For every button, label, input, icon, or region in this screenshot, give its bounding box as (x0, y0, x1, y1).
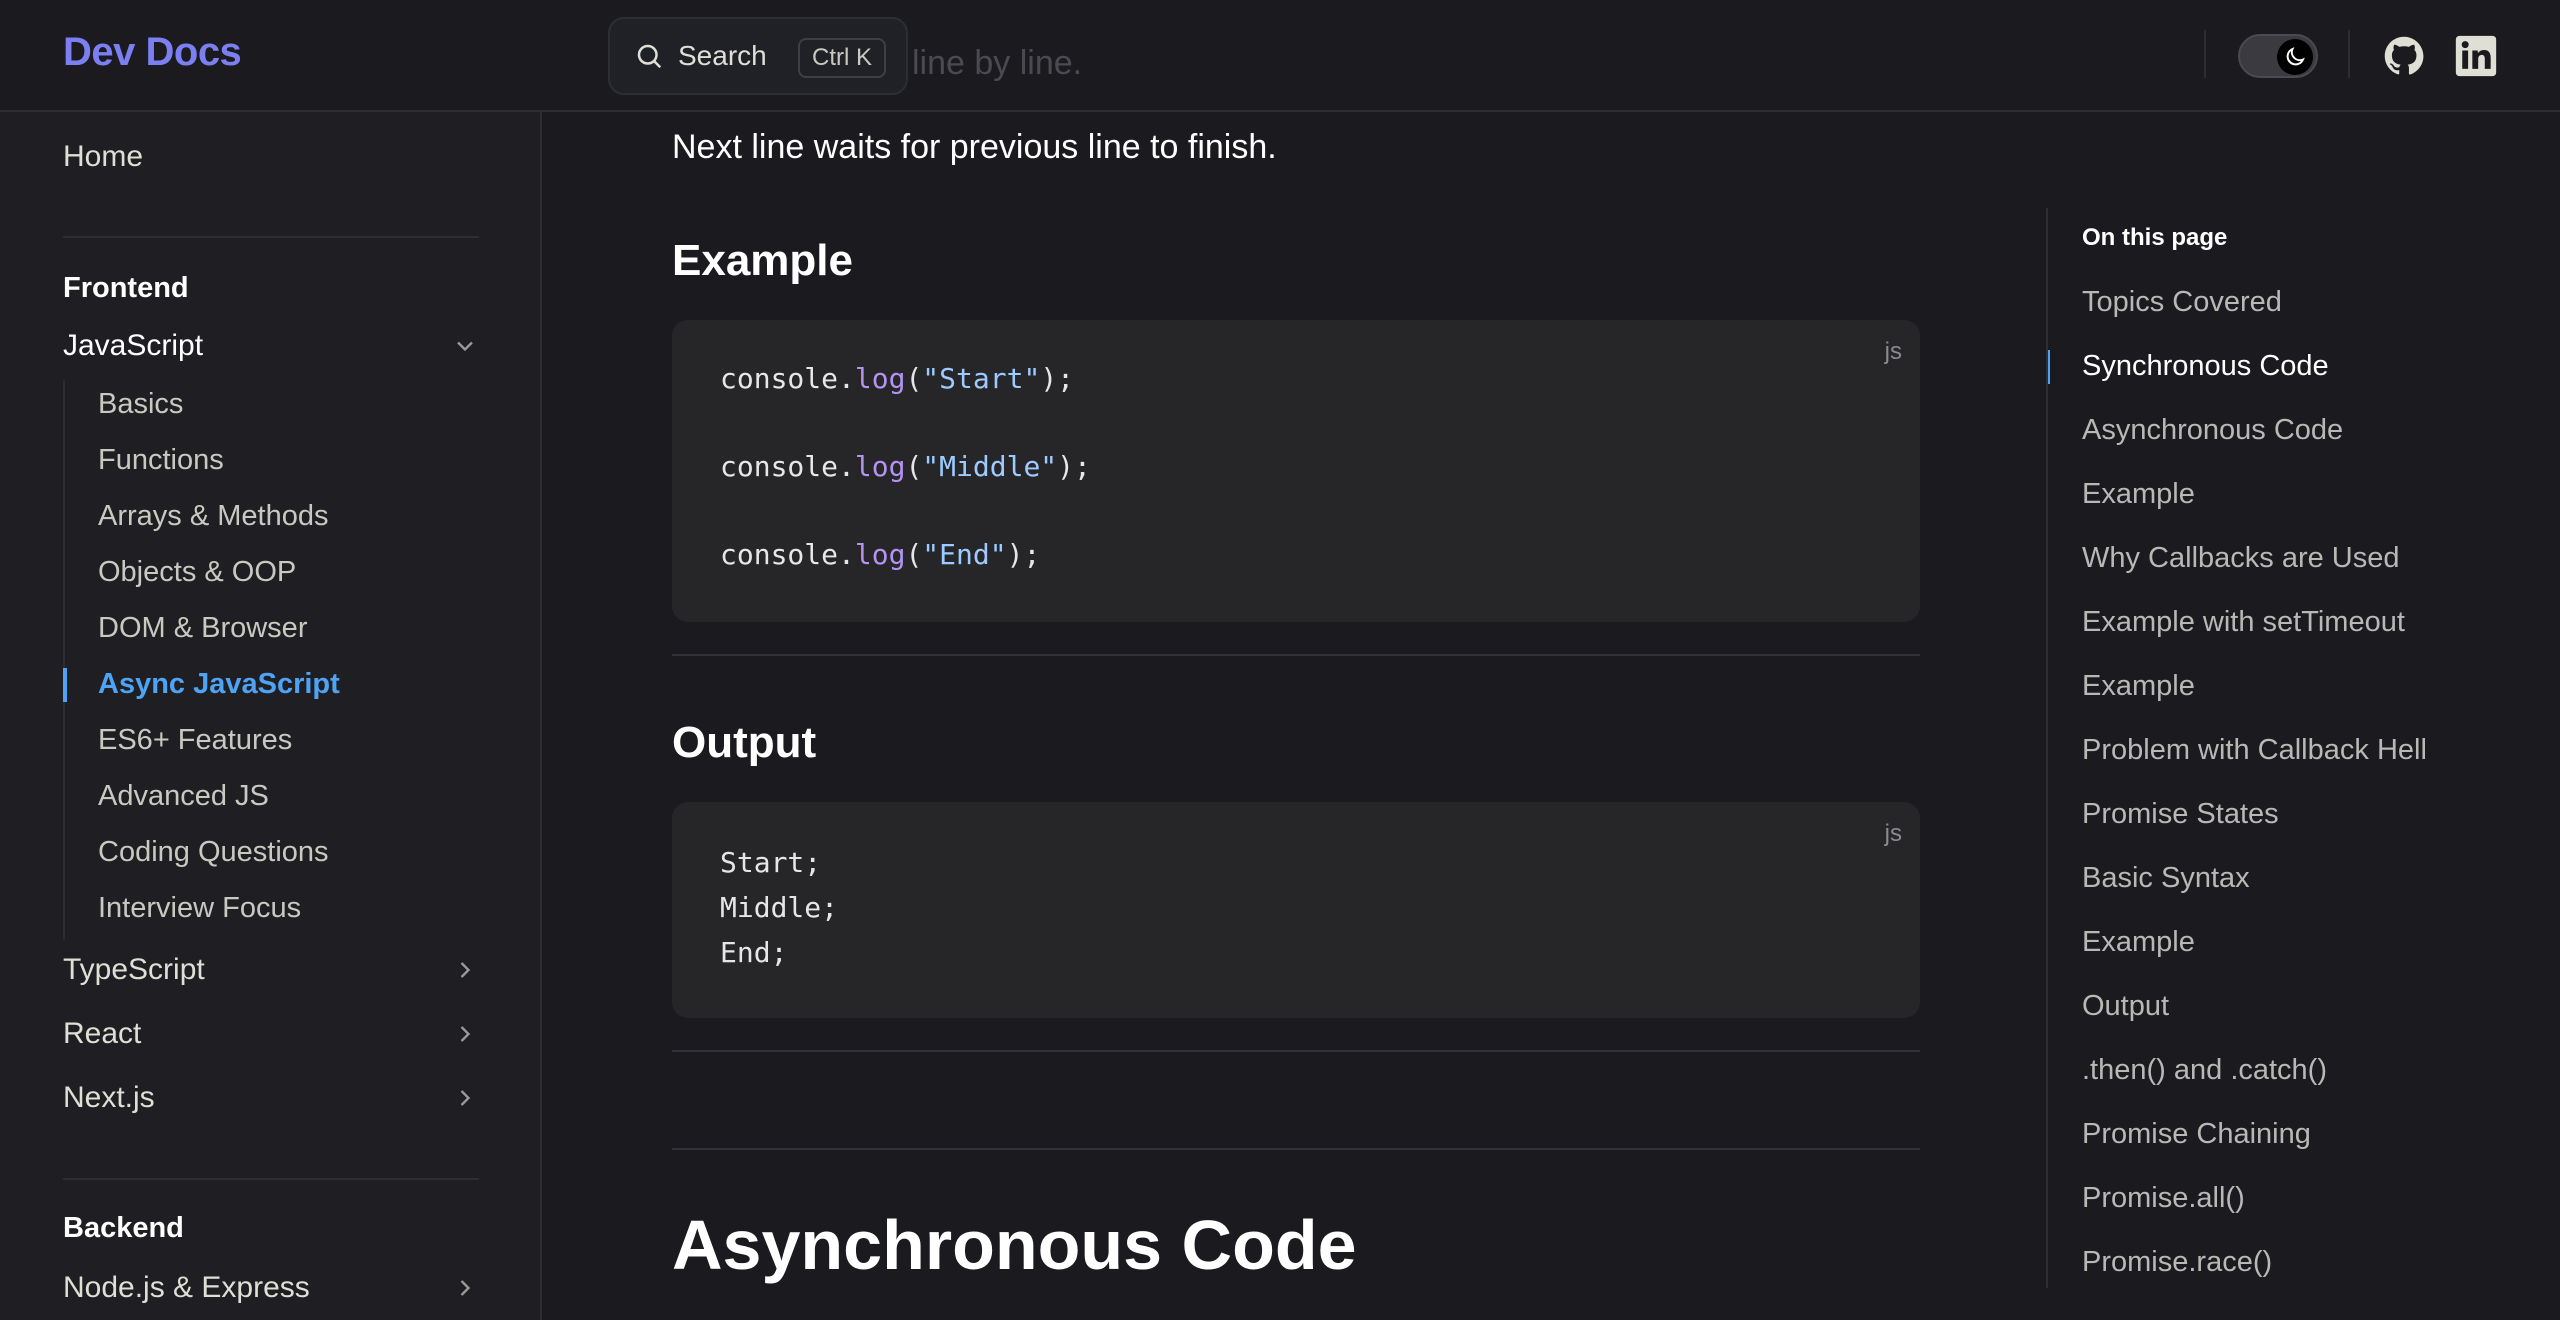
theme-toggle[interactable] (2238, 34, 2318, 78)
linkedin-icon[interactable] (2454, 34, 2498, 78)
sidebar-item-node-express[interactable]: Node.js & Express (63, 1264, 479, 1312)
theme-knob (2277, 39, 2313, 75)
header-divider (2204, 30, 2206, 78)
output-line: End; (720, 936, 788, 969)
intro-paragraph: Next line waits for previous line to fin… (672, 128, 1277, 166)
sidebar: Home Frontend JavaScript Basics Function… (0, 112, 542, 1320)
toc-item-example[interactable]: Example (2082, 478, 2195, 511)
sidebar-divider (63, 1178, 479, 1180)
sidebar-item-label: JavaScript (63, 329, 204, 362)
output-line: Middle; (720, 891, 839, 924)
toc-item-promise-all[interactable]: Promise.all() (2082, 1182, 2245, 1215)
chevron-down-icon (457, 341, 473, 352)
search-button[interactable]: Search Ctrl K (608, 17, 908, 95)
sidebar-item-label: React (63, 1017, 142, 1050)
section-divider (672, 1148, 1920, 1150)
sidebar-item-coding-questions[interactable]: Coding Questions (98, 836, 329, 869)
code-language-label: js (1884, 338, 1902, 365)
top-header: Dev Docs line by line. Search Ctrl K (0, 0, 2560, 112)
sidebar-item-advanced-js[interactable]: Advanced JS (98, 780, 269, 813)
sidebar-item-nextjs[interactable]: Next.js (63, 1074, 479, 1122)
sidebar-item-home[interactable]: Home (63, 140, 143, 174)
sidebar-item-interview-focus[interactable]: Interview Focus (98, 892, 301, 925)
sidebar-divider (63, 236, 479, 238)
moon-icon (2286, 47, 2305, 66)
toc-active-indicator (2048, 350, 2050, 384)
code-language-label: js (1884, 820, 1902, 847)
toc-item-output[interactable]: Output (2082, 990, 2169, 1023)
sidebar-item-functions[interactable]: Functions (98, 444, 224, 477)
section-divider (672, 1050, 1920, 1052)
output-line: Start; (720, 846, 822, 879)
sidebar-item-javascript[interactable]: JavaScript (63, 322, 479, 370)
search-label: Search (678, 40, 767, 71)
sidebar-item-label: Node.js & Express (63, 1271, 310, 1304)
toc-item-example[interactable]: Example (2082, 926, 2195, 959)
toc-item-asynchronous-code[interactable]: Asynchronous Code (2082, 414, 2343, 447)
toc-item-promise-race[interactable]: Promise.race() (2082, 1246, 2272, 1279)
sidebar-item-dom-browser[interactable]: DOM & Browser (98, 612, 307, 645)
github-icon[interactable] (2382, 34, 2426, 78)
toc-item-why-callbacks[interactable]: Why Callbacks are Used (2082, 542, 2400, 575)
output-heading: Output (672, 718, 817, 767)
toc-item-synchronous-code[interactable]: Synchronous Code (2082, 350, 2329, 383)
toc-item-promise-chaining[interactable]: Promise Chaining (2082, 1118, 2311, 1151)
sidebar-item-async-javascript[interactable]: Async JavaScript (98, 668, 340, 701)
toc-item-callback-hell[interactable]: Problem with Callback Hell (2082, 734, 2427, 767)
code-block-example: js console.log("Start"); console.log("Mi… (672, 320, 1920, 622)
sidebar-section-backend: Backend (63, 1212, 184, 1244)
search-shortcut: Ctrl K (798, 38, 886, 78)
table-of-contents: On this page Topics Covered Synchronous … (2046, 208, 2560, 1288)
search-icon (637, 44, 662, 69)
toc-item-promise-states[interactable]: Promise States (2082, 798, 2279, 831)
async-heading: Asynchronous Code (672, 1206, 1357, 1284)
toc-title: On this page (2082, 224, 2228, 251)
code-line: console.log("End"); (720, 538, 1041, 571)
chevron-right-icon (460, 1280, 471, 1296)
sidebar-item-es6-features[interactable]: ES6+ Features (98, 724, 292, 757)
sidebar-item-typescript[interactable]: TypeScript (63, 946, 479, 994)
header-divider (2348, 30, 2350, 78)
section-divider (672, 654, 1920, 656)
toc-item-example-settimeout[interactable]: Example with setTimeout (2082, 606, 2405, 639)
brand-logo-text[interactable]: Dev Docs (63, 30, 242, 75)
toc-item-example[interactable]: Example (2082, 670, 2195, 703)
sidebar-section-frontend: Frontend (63, 272, 189, 304)
scrolled-content-ghost: line by line. (912, 44, 1083, 82)
chevron-right-icon (460, 1026, 471, 1042)
toc-item-topics-covered[interactable]: Topics Covered (2082, 286, 2282, 319)
sidebar-item-arrays-methods[interactable]: Arrays & Methods (98, 500, 328, 533)
code-line: console.log("Middle"); (720, 450, 1091, 483)
code-line: console.log("Start"); (720, 362, 1075, 395)
submenu-guide-line (63, 380, 65, 940)
active-indicator (63, 668, 67, 702)
sidebar-item-label: Next.js (63, 1081, 155, 1114)
example-heading: Example (672, 236, 853, 285)
toc-item-basic-syntax[interactable]: Basic Syntax (2082, 862, 2250, 895)
sidebar-item-react[interactable]: React (63, 1010, 479, 1058)
code-block-output: js Start; Middle; End; (672, 802, 1920, 1018)
chevron-right-icon (460, 1090, 471, 1106)
sidebar-item-basics[interactable]: Basics (98, 388, 183, 421)
chevron-right-icon (460, 962, 471, 978)
sidebar-item-objects-oop[interactable]: Objects & OOP (98, 556, 296, 589)
sidebar-item-label: TypeScript (63, 953, 205, 986)
toc-item-then-catch[interactable]: .then() and .catch() (2082, 1054, 2327, 1087)
